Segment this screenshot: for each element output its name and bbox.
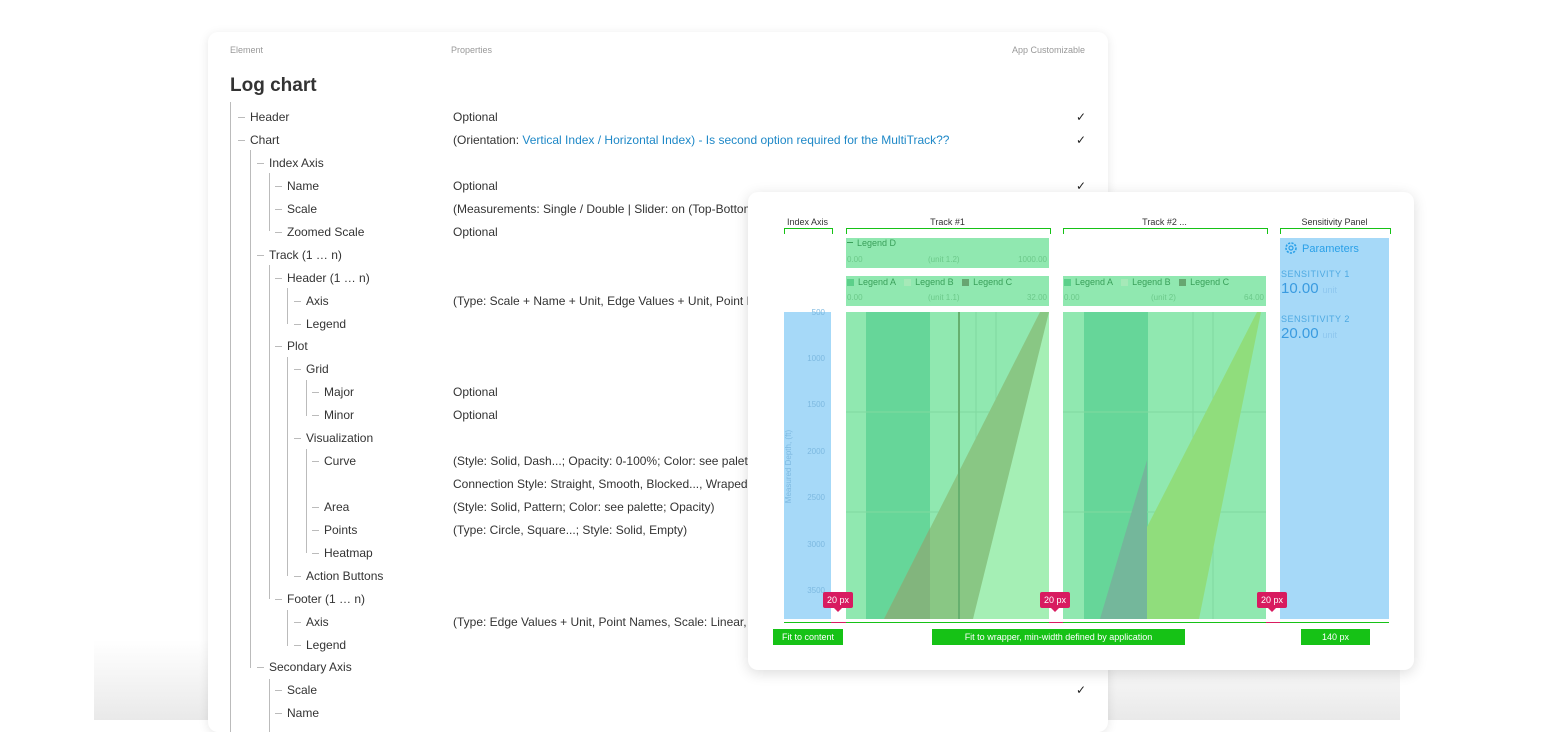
track1-top-min: 0.00 bbox=[847, 255, 863, 264]
legend-a-swatch-icon bbox=[1064, 279, 1071, 286]
depth-axis-label: Measured Depth, (ft) bbox=[784, 429, 794, 504]
column-header-customizable: App Customizable bbox=[1011, 45, 1085, 55]
legend-b-swatch-icon bbox=[904, 279, 912, 286]
gap-marker-2: 20 px bbox=[1040, 592, 1071, 612]
panel-width-tag: 140 px bbox=[1301, 629, 1370, 645]
depth-tick: 500 bbox=[811, 308, 825, 317]
spec-row-secondary-scale: Scale ✓ bbox=[208, 679, 1108, 701]
track2-title: Track #2 ... bbox=[1142, 217, 1187, 227]
column-header-properties: Properties bbox=[451, 45, 493, 55]
track2-axis-max: 64.00 bbox=[1243, 293, 1264, 302]
sensitivity-panel: Parameters SENSITIVITY 1 10.00 unit SENSI… bbox=[1280, 238, 1389, 619]
track2-axis-unit: (unit 2) bbox=[1151, 293, 1176, 302]
legend-d-item: Legend D bbox=[847, 238, 896, 248]
depth-tick: 1000 bbox=[807, 354, 825, 363]
track2-plot bbox=[1063, 312, 1266, 619]
index-axis-title: Index Axis bbox=[786, 217, 829, 227]
gap-line-1 bbox=[831, 622, 846, 623]
track1-bracket bbox=[846, 228, 1051, 234]
track2-axis-min: 0.00 bbox=[1064, 293, 1080, 302]
gap-line-3 bbox=[1266, 622, 1280, 623]
legend-row: Legend A Legend B Legend C bbox=[847, 277, 1012, 287]
column-header-element: Element bbox=[230, 45, 264, 55]
check-icon: ✓ bbox=[1076, 683, 1087, 697]
spec-row-chart: Chart (Orientation: Vertical Index / Hor… bbox=[208, 129, 1108, 151]
fit-wrapper-tag: Fit to wrapper, min-width defined by app… bbox=[932, 629, 1185, 645]
sensitivity-2-value[interactable]: 20.00 unit bbox=[1281, 325, 1337, 342]
depth-tick: 2500 bbox=[807, 493, 825, 502]
legend-row: Legend A Legend B Legend C bbox=[1064, 277, 1229, 287]
index-width-line bbox=[784, 622, 831, 623]
gap-marker-1: 20 px bbox=[823, 592, 854, 612]
depth-tick: 3000 bbox=[807, 540, 825, 549]
sensitivity-1-label: SENSITIVITY 1 bbox=[1281, 269, 1350, 279]
orientation-link[interactable]: Vertical Index / Horizontal Index) - Is … bbox=[522, 133, 949, 147]
gap-line-2 bbox=[1049, 622, 1063, 623]
spec-row-index-axis: Index Axis bbox=[208, 152, 1108, 174]
legend-c-swatch-icon bbox=[1179, 279, 1187, 286]
track2-header-legends: Legend A Legend B Legend C 0.00 (unit 2)… bbox=[1063, 276, 1266, 306]
sensitivity-1-value[interactable]: 10.00 unit bbox=[1281, 280, 1337, 297]
index-axis-bracket bbox=[784, 228, 833, 234]
line-swatch-icon bbox=[847, 242, 853, 243]
track1-plot bbox=[846, 312, 1049, 619]
track1-axis-unit: (unit 1.1) bbox=[928, 293, 960, 302]
track2-bracket bbox=[1063, 228, 1268, 234]
legend-c-swatch-icon bbox=[962, 279, 970, 286]
index-axis-panel: Measured Depth, (ft) 500 1000 1500 2000 … bbox=[784, 308, 831, 619]
fit-content-tag: Fit to content bbox=[773, 629, 843, 645]
sensitivity-bracket bbox=[1280, 228, 1391, 234]
parameters-button[interactable]: Parameters bbox=[1284, 241, 1359, 258]
spec-title: Log chart bbox=[230, 75, 317, 96]
check-icon: ✓ bbox=[1076, 133, 1087, 147]
spec-row-secondary-name: Name bbox=[208, 702, 1108, 724]
legend-b-swatch-icon bbox=[1121, 279, 1129, 286]
track1-axis-max: 32.00 bbox=[1026, 293, 1047, 302]
track1-axis-min: 0.00 bbox=[847, 293, 863, 302]
spec-row-header: Header Optional ✓ bbox=[208, 106, 1108, 128]
legend-a-swatch-icon bbox=[847, 279, 854, 286]
track1-header-legend-d: Legend D 0.00 (unit 1.2) 1000.00 bbox=[846, 238, 1049, 268]
track1-title: Track #1 bbox=[930, 217, 965, 227]
check-icon: ✓ bbox=[1076, 110, 1087, 124]
depth-tick: 2000 bbox=[807, 447, 825, 456]
panel-width-line bbox=[1280, 622, 1389, 623]
chart-layout-card: Index Axis Track #1 Track #2 ... Sensiti… bbox=[748, 192, 1414, 670]
track1-top-max: 1000.00 bbox=[1018, 255, 1047, 264]
track1-top-unit: (unit 1.2) bbox=[928, 255, 960, 264]
track1-header-legends: Legend A Legend B Legend C 0.00 (unit 1.… bbox=[846, 276, 1049, 306]
depth-tick: 1500 bbox=[807, 400, 825, 409]
sensitivity-title: Sensitivity Panel bbox=[1301, 217, 1368, 227]
sensitivity-2-label: SENSITIVITY 2 bbox=[1281, 314, 1350, 324]
gap-marker-3: 20 px bbox=[1257, 592, 1288, 612]
gear-icon bbox=[1284, 241, 1298, 258]
